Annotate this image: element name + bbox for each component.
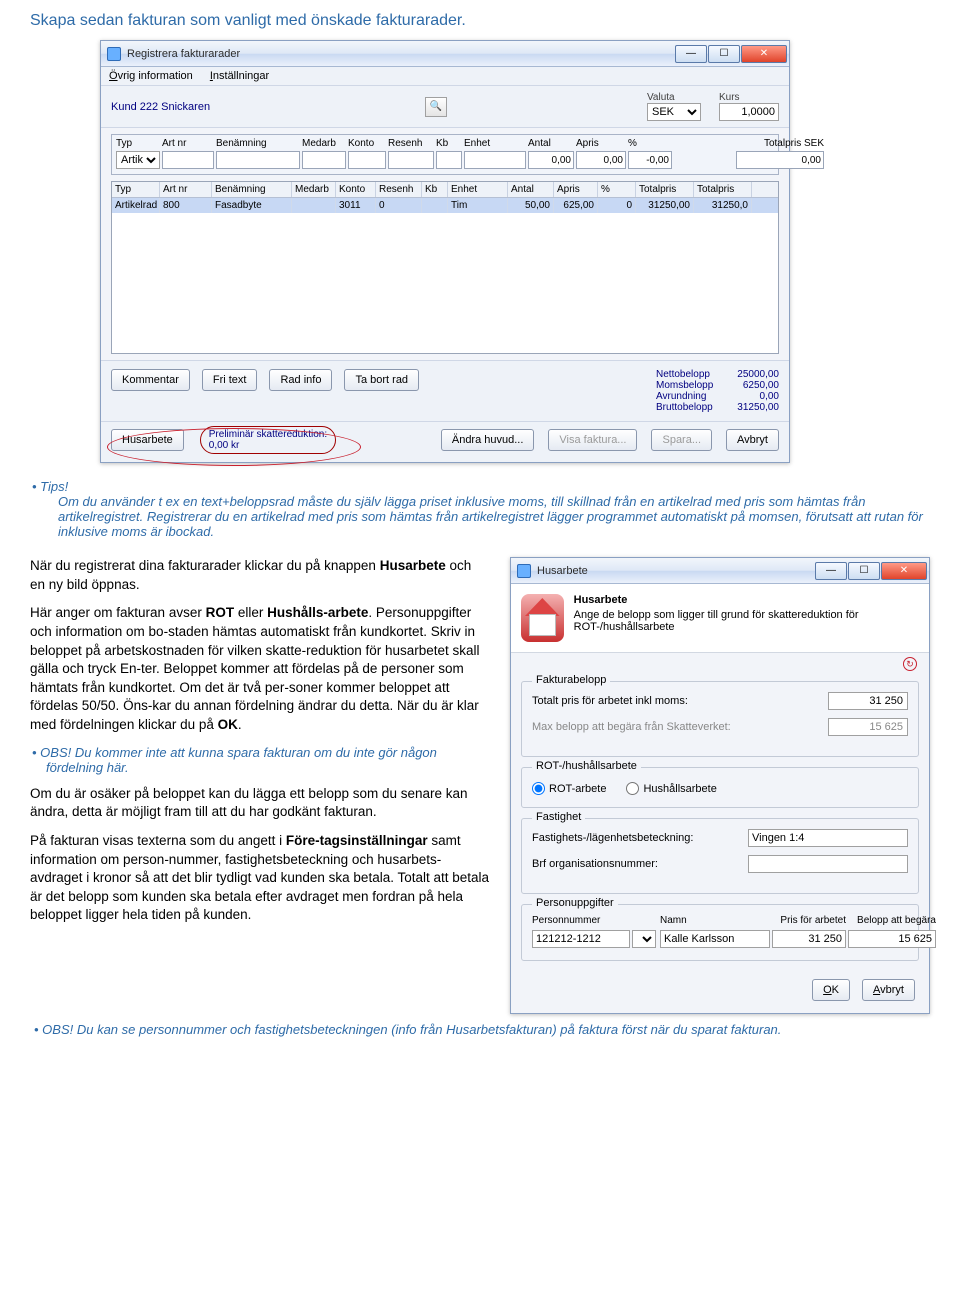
hus-radio[interactable]: Hushållsarbete — [626, 782, 716, 795]
tips-label: Tips! — [46, 479, 930, 494]
body-text: När du registrerat dina fakturarader kli… — [30, 557, 490, 935]
tabort-button[interactable]: Ta bort rad — [344, 369, 419, 391]
ok-button[interactable]: OOKK — [812, 979, 850, 1001]
table-row[interactable]: Artikelrad800Fasadbyte30110Tim50,00625,0… — [112, 198, 778, 213]
fakturabelopp-section: Fakturabelopp Totalt pris för arbetet in… — [521, 681, 919, 757]
kommentar-button[interactable]: Kommentar — [111, 369, 190, 391]
titlebar: Registrera fakturarader — ☐ ✕ — [101, 41, 789, 67]
close-button[interactable]: ✕ — [741, 45, 787, 63]
house-icon — [521, 594, 564, 642]
prelim-reduction: Preliminär skattereduktion:0,00 kr — [200, 426, 336, 454]
avbryt-button[interactable]: Avbryt — [726, 429, 779, 451]
person-namn-input[interactable] — [660, 930, 770, 948]
customer-label: Kund 222 Snickaren — [111, 101, 210, 113]
rows-grid: TypArt nrBenämningMedarbKontoResenhKbEnh… — [111, 181, 779, 354]
minimize-button[interactable]: — — [815, 562, 847, 580]
person-section: Personuppgifter PersonnummerNamnPris för… — [521, 904, 919, 961]
person-select[interactable] — [632, 930, 656, 948]
total-price-input[interactable] — [828, 692, 908, 710]
window-title: Registrera fakturarader — [127, 48, 240, 60]
rot-radio[interactable]: ROT-arbete — [532, 782, 606, 795]
invoice-window: Registrera fakturarader — ☐ ✕ ÖÖvrig inf… — [100, 40, 790, 463]
totals-box: Nettobelopp25000,00 Momsbelopp6250,00 Av… — [656, 369, 779, 413]
tips-text: Om du använder t ex en text+beloppsrad m… — [58, 494, 930, 539]
antal-input[interactable] — [528, 151, 574, 169]
fastighet-section: Fastighet Fastighets-/lägenhetsbetecknin… — [521, 818, 919, 894]
visa-faktura-button[interactable]: Visa faktura... — [548, 429, 637, 451]
intro-heading: Husarbete — [574, 594, 919, 606]
person-pris-input[interactable] — [772, 930, 846, 948]
maximize-button[interactable]: ☐ — [708, 45, 740, 63]
apris-input[interactable] — [576, 151, 626, 169]
obs-2: OBS! Du kan se personnummer och fastighe… — [48, 1022, 930, 1037]
menubar: ÖÖvrig informationvrig information Instä… — [101, 67, 789, 86]
refresh-icon[interactable]: ↻ — [903, 657, 917, 671]
fastighet-input[interactable] — [748, 829, 908, 847]
entry-row: TypArt nrBenämningMedarbKontoResenhKbEnh… — [111, 134, 779, 175]
avbryt-button[interactable]: Avbryt — [862, 979, 915, 1001]
rot-section: ROT-/hushållsarbete ROT-arbete Hushållsa… — [521, 767, 919, 808]
window2-title: Husarbete — [537, 565, 588, 577]
total-input[interactable] — [736, 151, 824, 169]
fritext-button[interactable]: Fri text — [202, 369, 258, 391]
person-belopp-input[interactable] — [848, 930, 936, 948]
andra-huvud-button[interactable]: Ändra huvud... — [441, 429, 535, 451]
search-icon[interactable]: 🔍 — [425, 97, 447, 117]
obs-1: OBS! Du kommer inte att kunna spara fakt… — [46, 745, 490, 775]
artnr-input[interactable] — [162, 151, 214, 169]
kurs-label: Kurs — [719, 92, 779, 103]
pct-input[interactable] — [628, 151, 672, 169]
menu-ovrig[interactable]: ÖÖvrig informationvrig information — [109, 70, 193, 82]
benamning-input[interactable] — [216, 151, 300, 169]
max-belopp-input[interactable] — [828, 718, 908, 736]
app-icon — [107, 47, 121, 61]
intro-subtext: Ange de belopp som ligger till grund för… — [574, 609, 859, 633]
app-icon — [517, 564, 531, 578]
konto-input[interactable] — [348, 151, 386, 169]
resenh-input[interactable] — [388, 151, 434, 169]
medarb-input[interactable] — [302, 151, 346, 169]
enhet-input[interactable] — [464, 151, 526, 169]
valuta-select[interactable]: SEK — [647, 103, 701, 121]
kurs-input[interactable] — [719, 103, 779, 121]
menu-instal[interactable]: Inställningar — [210, 70, 269, 82]
radinfo-button[interactable]: Rad info — [269, 369, 332, 391]
valuta-label: Valuta — [647, 92, 701, 103]
minimize-button[interactable]: — — [675, 45, 707, 63]
intro-heading: Skapa sedan fakturan som vanligt med öns… — [30, 12, 930, 30]
kb-input[interactable] — [436, 151, 462, 169]
husarbete-button[interactable]: Husarbete — [111, 429, 184, 451]
spara-button[interactable]: Spara... — [651, 429, 712, 451]
typ-select[interactable]: Artik — [116, 151, 160, 169]
close-button[interactable]: ✕ — [881, 562, 927, 580]
person-pn-input[interactable] — [532, 930, 630, 948]
maximize-button[interactable]: ☐ — [848, 562, 880, 580]
husarbete-window: Husarbete — ☐ ✕ Husarbete Ange de belopp… — [510, 557, 930, 1014]
brf-input[interactable] — [748, 855, 908, 873]
